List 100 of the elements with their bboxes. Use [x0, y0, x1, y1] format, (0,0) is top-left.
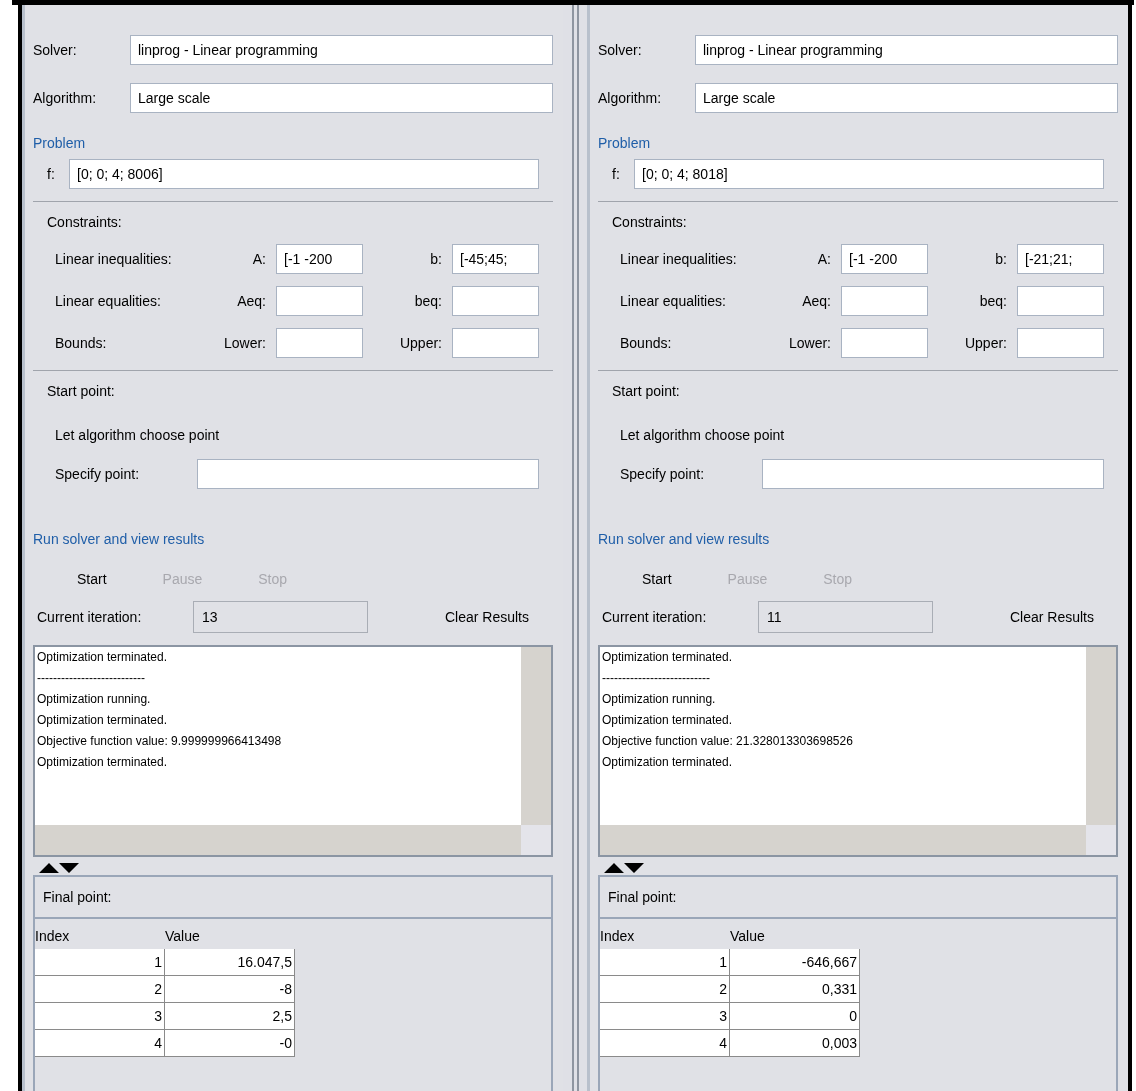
start-point-option[interactable]: Let algorithm choose point	[620, 424, 785, 446]
matrix-field[interactable]	[276, 328, 363, 358]
table-cell: 1	[35, 949, 165, 975]
field-label: Upper:	[964, 333, 1007, 353]
iteration-field: 11	[758, 601, 933, 633]
matrix-field[interactable]	[841, 286, 928, 316]
field-label: Lower:	[223, 333, 266, 353]
vector-field[interactable]	[452, 286, 539, 316]
start-point-option[interactable]: Specify point:	[620, 463, 762, 485]
table-cell: 16.047,5	[165, 949, 295, 975]
start-button[interactable]: Start	[69, 566, 115, 592]
column-header: Value	[730, 927, 765, 946]
field-label: Upper:	[399, 333, 442, 353]
matrix-field[interactable]: [-1 -200	[276, 244, 363, 274]
vector-field[interactable]	[1017, 328, 1104, 358]
start-button[interactable]: Start	[634, 566, 680, 592]
clear-results-button[interactable]: Clear Results	[444, 606, 529, 628]
field-label: A:	[252, 249, 266, 269]
group-label: Start point:	[47, 381, 115, 401]
field-label: Algorithm:	[598, 88, 663, 108]
field-label: b:	[995, 249, 1007, 269]
row-label: Linear inequalities:	[620, 249, 738, 269]
splitter-arrows-icon[interactable]	[604, 861, 646, 873]
row-label: Linear equalities:	[620, 291, 727, 311]
objective-field[interactable]: [0; 0; 4; 8018]	[634, 159, 1104, 189]
section-heading: Problem	[598, 133, 651, 153]
field-label: Aeq:	[237, 291, 266, 311]
log-line: Optimization terminated.	[602, 649, 734, 666]
scrollbar-corner	[521, 825, 551, 855]
solver-field[interactable]: linprog - Linear programming	[130, 35, 553, 65]
panel-title: Final point:	[43, 887, 112, 907]
table-cell: 3	[600, 1003, 730, 1029]
table-cell: 2,5	[165, 1003, 295, 1029]
start-point-option[interactable]: Specify point:	[55, 463, 197, 485]
field-label: beq:	[414, 291, 442, 311]
group-label: Constraints:	[47, 212, 122, 232]
field-label: b:	[430, 249, 442, 269]
section-heading: Problem	[33, 133, 86, 153]
log-line: Optimization running.	[37, 691, 152, 708]
scrollbar-corner	[1086, 825, 1116, 855]
field-label: f:	[612, 164, 621, 184]
table-cell: 1	[600, 949, 730, 975]
matrix-field[interactable]	[841, 328, 928, 358]
field-label: Solver:	[33, 40, 78, 60]
table-cell: 2	[35, 976, 165, 1002]
panel-title: Final point:	[608, 887, 677, 907]
solver-field[interactable]: linprog - Linear programming	[695, 35, 1118, 65]
vector-field[interactable]: [-21;21;	[1017, 244, 1104, 274]
row-label: Linear equalities:	[55, 291, 162, 311]
log-line: ---------------------------	[602, 670, 711, 687]
log-line: Objective function value: 21.328013303698526	[602, 733, 854, 750]
row-label: Bounds:	[55, 333, 108, 353]
clear-results-button[interactable]: Clear Results	[1009, 606, 1094, 628]
log-line: Objective function value: 9.999999966413498	[37, 733, 283, 750]
log-line: Optimization terminated.	[602, 712, 734, 729]
row-label: Linear inequalities:	[55, 249, 173, 269]
log-line: Optimization terminated.	[37, 649, 169, 666]
column-header: Value	[165, 927, 200, 946]
table-cell: -8	[165, 976, 295, 1002]
start-point-field[interactable]	[197, 459, 539, 489]
field-label: Solver:	[598, 40, 643, 60]
start-point-field[interactable]	[762, 459, 1104, 489]
table-cell: 4	[600, 1030, 730, 1056]
table-cell: 4	[35, 1030, 165, 1056]
column-header: Index	[35, 927, 71, 946]
vector-field[interactable]: [-45;45;	[452, 244, 539, 274]
table-cell: -646,667	[730, 949, 860, 975]
matrix-field[interactable]: [-1 -200	[841, 244, 928, 274]
table-cell: 0	[730, 1003, 860, 1029]
table-cell: 0,331	[730, 976, 860, 1002]
field-label: A:	[817, 249, 831, 269]
table-cell: -0	[165, 1030, 295, 1056]
vector-field[interactable]	[452, 328, 539, 358]
field-label: Aeq:	[802, 291, 831, 311]
table-cell: 3	[35, 1003, 165, 1029]
vector-field[interactable]	[1017, 286, 1104, 316]
table-cell: 0,003	[730, 1030, 860, 1056]
log-line: ---------------------------	[37, 670, 146, 687]
section-heading: Run solver and view results	[598, 529, 770, 549]
splitter-arrows-icon[interactable]	[39, 861, 81, 873]
log-line: Optimization running.	[602, 691, 717, 708]
field-label: beq:	[979, 291, 1007, 311]
algorithm-field[interactable]: Large scale	[130, 83, 553, 113]
group-label: Start point:	[612, 381, 680, 401]
field-label: Lower:	[788, 333, 831, 353]
matrix-field[interactable]	[276, 286, 363, 316]
log-line: Optimization terminated.	[602, 754, 734, 771]
field-label: Current iteration:	[602, 607, 708, 627]
start-point-option[interactable]: Let algorithm choose point	[55, 424, 220, 446]
column-header: Index	[600, 927, 636, 946]
log-line: Optimization terminated.	[37, 712, 169, 729]
table-cell: 2	[600, 976, 730, 1002]
objective-field[interactable]: [0; 0; 4; 8006]	[69, 159, 539, 189]
field-label: Algorithm:	[33, 88, 98, 108]
log-line: Optimization terminated.	[37, 754, 169, 771]
section-heading: Run solver and view results	[33, 529, 205, 549]
group-label: Constraints:	[612, 212, 687, 232]
field-label: Current iteration:	[37, 607, 143, 627]
field-label: f:	[47, 164, 56, 184]
algorithm-field[interactable]: Large scale	[695, 83, 1118, 113]
